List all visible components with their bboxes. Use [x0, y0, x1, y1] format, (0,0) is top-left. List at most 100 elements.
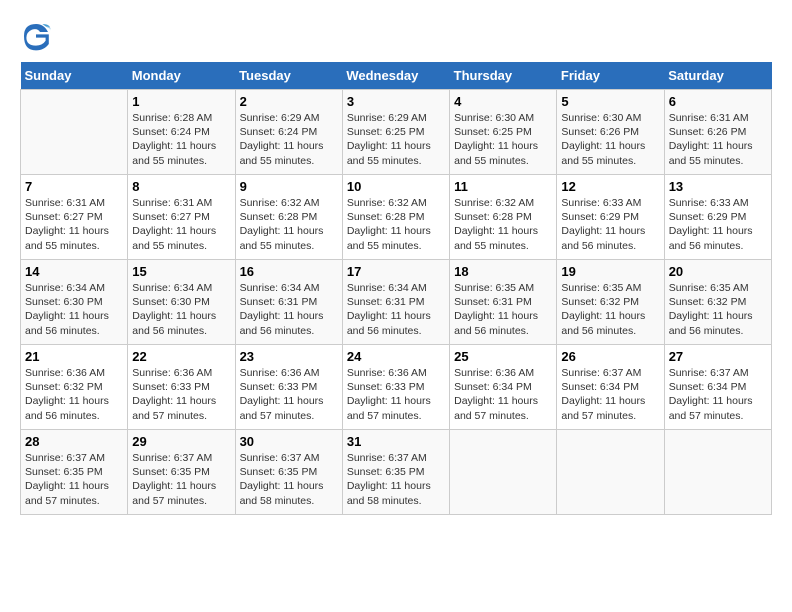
calendar-cell: 23 Sunrise: 6:36 AM Sunset: 6:33 PM Dayli… [235, 345, 342, 430]
day-number: 13 [669, 179, 767, 194]
day-header-tuesday: Tuesday [235, 62, 342, 90]
day-number: 20 [669, 264, 767, 279]
day-number: 27 [669, 349, 767, 364]
day-info: Sunrise: 6:37 AM Sunset: 6:35 PM Dayligh… [240, 451, 338, 508]
day-info: Sunrise: 6:31 AM Sunset: 6:27 PM Dayligh… [132, 196, 230, 253]
day-info: Sunrise: 6:29 AM Sunset: 6:24 PM Dayligh… [240, 111, 338, 168]
calendar-cell [21, 90, 128, 175]
day-info: Sunrise: 6:33 AM Sunset: 6:29 PM Dayligh… [669, 196, 767, 253]
day-number: 28 [25, 434, 123, 449]
logo-icon [20, 20, 52, 52]
day-info: Sunrise: 6:37 AM Sunset: 6:35 PM Dayligh… [132, 451, 230, 508]
calendar-cell: 5 Sunrise: 6:30 AM Sunset: 6:26 PM Daylig… [557, 90, 664, 175]
day-number: 16 [240, 264, 338, 279]
day-number: 19 [561, 264, 659, 279]
calendar-header: SundayMondayTuesdayWednesdayThursdayFrid… [21, 62, 772, 90]
calendar-cell: 11Sunrise: 6:32 AM Sunset: 6:28 PM Dayli… [450, 175, 557, 260]
day-number: 23 [240, 349, 338, 364]
day-number: 14 [25, 264, 123, 279]
day-info: Sunrise: 6:37 AM Sunset: 6:34 PM Dayligh… [561, 366, 659, 423]
calendar-cell [557, 430, 664, 515]
day-header-sunday: Sunday [21, 62, 128, 90]
day-header-friday: Friday [557, 62, 664, 90]
day-number: 10 [347, 179, 445, 194]
day-header-monday: Monday [128, 62, 235, 90]
calendar-cell: 1 Sunrise: 6:28 AM Sunset: 6:24 PM Daylig… [128, 90, 235, 175]
calendar-cell: 21Sunrise: 6:36 AM Sunset: 6:32 PM Dayli… [21, 345, 128, 430]
day-number: 6 [669, 94, 767, 109]
day-number: 26 [561, 349, 659, 364]
day-number: 3 [347, 94, 445, 109]
day-info: Sunrise: 6:30 AM Sunset: 6:25 PM Dayligh… [454, 111, 552, 168]
day-info: Sunrise: 6:31 AM Sunset: 6:27 PM Dayligh… [25, 196, 123, 253]
calendar-cell: 16 Sunrise: 6:34 AM Sunset: 6:31 PM Dayli… [235, 260, 342, 345]
calendar-cell: 3 Sunrise: 6:29 AM Sunset: 6:25 PM Daylig… [342, 90, 449, 175]
day-number: 22 [132, 349, 230, 364]
day-info: Sunrise: 6:36 AM Sunset: 6:34 PM Dayligh… [454, 366, 552, 423]
day-info: Sunrise: 6:30 AM Sunset: 6:26 PM Dayligh… [561, 111, 659, 168]
calendar-cell: 9Sunrise: 6:32 AM Sunset: 6:28 PM Daylig… [235, 175, 342, 260]
day-info: Sunrise: 6:32 AM Sunset: 6:28 PM Dayligh… [240, 196, 338, 253]
calendar-cell: 6 Sunrise: 6:31 AM Sunset: 6:26 PM Daylig… [664, 90, 771, 175]
calendar-cell [450, 430, 557, 515]
calendar-cell: 15Sunrise: 6:34 AM Sunset: 6:30 PM Dayli… [128, 260, 235, 345]
day-info: Sunrise: 6:32 AM Sunset: 6:28 PM Dayligh… [454, 196, 552, 253]
week-row-5: 28 Sunrise: 6:37 AM Sunset: 6:35 PM Dayli… [21, 430, 772, 515]
calendar-cell: 10 Sunrise: 6:32 AM Sunset: 6:28 PM Dayli… [342, 175, 449, 260]
day-info: Sunrise: 6:31 AM Sunset: 6:26 PM Dayligh… [669, 111, 767, 168]
logo [20, 20, 54, 52]
day-number: 31 [347, 434, 445, 449]
day-info: Sunrise: 6:34 AM Sunset: 6:30 PM Dayligh… [132, 281, 230, 338]
calendar-cell: 20 Sunrise: 6:35 AM Sunset: 6:32 PM Dayli… [664, 260, 771, 345]
day-number: 4 [454, 94, 552, 109]
day-number: 5 [561, 94, 659, 109]
day-info: Sunrise: 6:34 AM Sunset: 6:30 PM Dayligh… [25, 281, 123, 338]
day-info: Sunrise: 6:36 AM Sunset: 6:33 PM Dayligh… [240, 366, 338, 423]
calendar-table: SundayMondayTuesdayWednesdayThursdayFrid… [20, 62, 772, 515]
calendar-cell: 25 Sunrise: 6:36 AM Sunset: 6:34 PM Dayli… [450, 345, 557, 430]
calendar-cell: 31 Sunrise: 6:37 AM Sunset: 6:35 PM Dayli… [342, 430, 449, 515]
calendar-cell: 4 Sunrise: 6:30 AM Sunset: 6:25 PM Daylig… [450, 90, 557, 175]
day-info: Sunrise: 6:34 AM Sunset: 6:31 PM Dayligh… [347, 281, 445, 338]
day-number: 12 [561, 179, 659, 194]
week-row-1: 1 Sunrise: 6:28 AM Sunset: 6:24 PM Daylig… [21, 90, 772, 175]
calendar-cell: 18 Sunrise: 6:35 AM Sunset: 6:31 PM Dayli… [450, 260, 557, 345]
day-number: 7 [25, 179, 123, 194]
calendar-cell: 8 Sunrise: 6:31 AM Sunset: 6:27 PM Daylig… [128, 175, 235, 260]
day-info: Sunrise: 6:34 AM Sunset: 6:31 PM Dayligh… [240, 281, 338, 338]
day-info: Sunrise: 6:29 AM Sunset: 6:25 PM Dayligh… [347, 111, 445, 168]
header-row: SundayMondayTuesdayWednesdayThursdayFrid… [21, 62, 772, 90]
day-info: Sunrise: 6:37 AM Sunset: 6:35 PM Dayligh… [347, 451, 445, 508]
day-info: Sunrise: 6:37 AM Sunset: 6:34 PM Dayligh… [669, 366, 767, 423]
day-header-wednesday: Wednesday [342, 62, 449, 90]
day-header-saturday: Saturday [664, 62, 771, 90]
day-info: Sunrise: 6:35 AM Sunset: 6:32 PM Dayligh… [669, 281, 767, 338]
day-info: Sunrise: 6:36 AM Sunset: 6:33 PM Dayligh… [347, 366, 445, 423]
day-info: Sunrise: 6:28 AM Sunset: 6:24 PM Dayligh… [132, 111, 230, 168]
calendar-cell: 26 Sunrise: 6:37 AM Sunset: 6:34 PM Dayli… [557, 345, 664, 430]
day-number: 18 [454, 264, 552, 279]
day-info: Sunrise: 6:35 AM Sunset: 6:31 PM Dayligh… [454, 281, 552, 338]
calendar-cell [664, 430, 771, 515]
calendar-cell: 12Sunrise: 6:33 AM Sunset: 6:29 PM Dayli… [557, 175, 664, 260]
day-info: Sunrise: 6:37 AM Sunset: 6:35 PM Dayligh… [25, 451, 123, 508]
day-number: 17 [347, 264, 445, 279]
day-header-thursday: Thursday [450, 62, 557, 90]
day-number: 24 [347, 349, 445, 364]
day-number: 8 [132, 179, 230, 194]
calendar-cell: 29 Sunrise: 6:37 AM Sunset: 6:35 PM Dayli… [128, 430, 235, 515]
calendar-body: 1 Sunrise: 6:28 AM Sunset: 6:24 PM Daylig… [21, 90, 772, 515]
calendar-cell: 7 Sunrise: 6:31 AM Sunset: 6:27 PM Daylig… [21, 175, 128, 260]
calendar-cell: 19Sunrise: 6:35 AM Sunset: 6:32 PM Dayli… [557, 260, 664, 345]
calendar-cell: 24 Sunrise: 6:36 AM Sunset: 6:33 PM Dayli… [342, 345, 449, 430]
calendar-cell: 27 Sunrise: 6:37 AM Sunset: 6:34 PM Dayli… [664, 345, 771, 430]
day-info: Sunrise: 6:32 AM Sunset: 6:28 PM Dayligh… [347, 196, 445, 253]
day-number: 1 [132, 94, 230, 109]
calendar-cell: 2 Sunrise: 6:29 AM Sunset: 6:24 PM Daylig… [235, 90, 342, 175]
calendar-cell: 14 Sunrise: 6:34 AM Sunset: 6:30 PM Dayli… [21, 260, 128, 345]
day-number: 29 [132, 434, 230, 449]
day-info: Sunrise: 6:36 AM Sunset: 6:33 PM Dayligh… [132, 366, 230, 423]
day-number: 2 [240, 94, 338, 109]
calendar-cell: 22 Sunrise: 6:36 AM Sunset: 6:33 PM Dayli… [128, 345, 235, 430]
day-number: 25 [454, 349, 552, 364]
